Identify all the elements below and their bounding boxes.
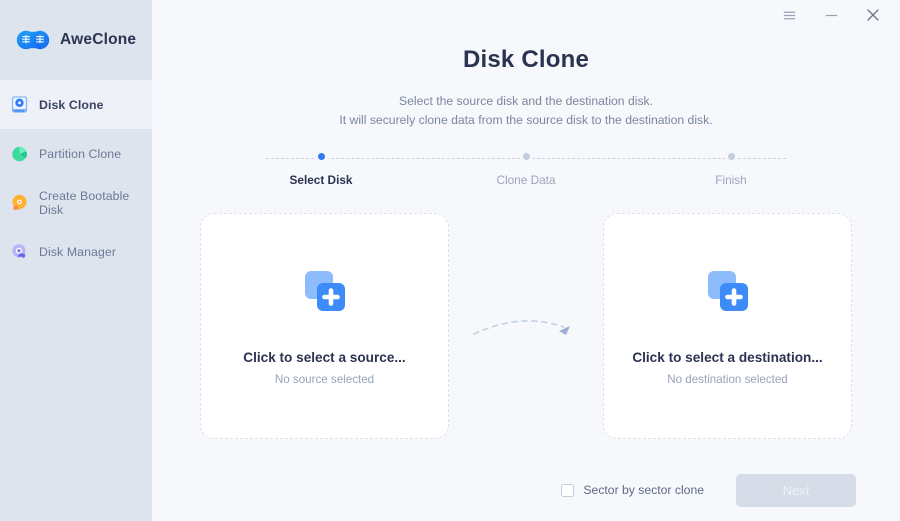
sidebar-item-label: Create Bootable Disk [39,188,130,217]
window-controls [780,0,900,30]
step-label: Clone Data [496,173,556,187]
page-subtitle-line-2: It will securely clone data from the sou… [339,113,713,127]
step-dot [317,153,325,160]
destination-card-title: Click to select a destination... [632,349,823,365]
page-subtitle: Select the source disk and the destinati… [152,92,900,130]
disk-manager-icon [10,242,29,261]
disk-clone-icon [10,95,29,114]
sidebar: AweClone Disk Clone Partition Clone Crea… [0,0,152,521]
add-disk-plus-icon [703,267,753,317]
dashed-arrow-icon [466,306,586,346]
source-disk-card[interactable]: Click to select a source... No source se… [200,213,449,439]
sidebar-item-create-bootable-disk[interactable]: Create Bootable Disk [0,178,152,227]
sidebar-item-disk-manager[interactable]: Disk Manager [0,227,152,276]
step-label: Select Disk [289,173,353,187]
step-dot [727,153,735,160]
step-clone-data: Clone Data [471,153,581,187]
brand-name: AweClone [60,31,137,48]
sidebar-item-label: Disk Manager [39,244,117,259]
source-card-title: Click to select a source... [243,349,406,365]
infinity-logo-icon [16,30,50,50]
checkbox-box[interactable] [561,483,575,497]
hamburger-menu-icon[interactable] [780,6,798,24]
main-content: Disk Clone Select the source disk and th… [152,0,900,521]
app-window: AweClone Disk Clone Partition Clone Crea… [0,0,900,521]
close-icon[interactable] [864,6,882,24]
sidebar-item-partition-clone[interactable]: Partition Clone [0,129,152,178]
partition-clone-icon [10,144,29,163]
disk-selection-area: Click to select a source... No source se… [152,213,900,439]
page-title: Disk Clone [462,46,590,73]
checkbox-label: Sector by sector clone [583,483,704,497]
step-finish: Finish [676,153,786,187]
stepper: Select Disk Clone Data Finish [266,153,786,191]
brand: AweClone [0,0,152,80]
step-label: Finish [715,173,747,187]
sidebar-item-disk-clone[interactable]: Disk Clone [0,64,152,145]
destination-disk-card[interactable]: Click to select a destination... No dest… [603,213,852,439]
minimize-icon[interactable] [822,6,840,24]
page-subtitle-line-1: Select the source disk and the destinati… [398,94,654,108]
source-card-subtitle: No source selected [274,372,375,386]
sector-by-sector-checkbox[interactable]: Sector by sector clone [561,483,704,497]
step-dot [522,153,530,160]
next-button[interactable]: Next [736,473,856,507]
add-disk-plus-icon [300,267,350,317]
destination-card-subtitle: No destination selected [667,372,788,386]
sidebar-nav: Disk Clone Partition Clone Create Bootab… [0,64,152,276]
footer-bar: Sector by sector clone Next [152,459,900,521]
step-select-disk: Select Disk [266,153,376,187]
sidebar-item-label: Partition Clone [39,146,122,161]
sidebar-item-label: Disk Clone [39,97,104,112]
create-bootable-disk-icon [10,193,29,212]
